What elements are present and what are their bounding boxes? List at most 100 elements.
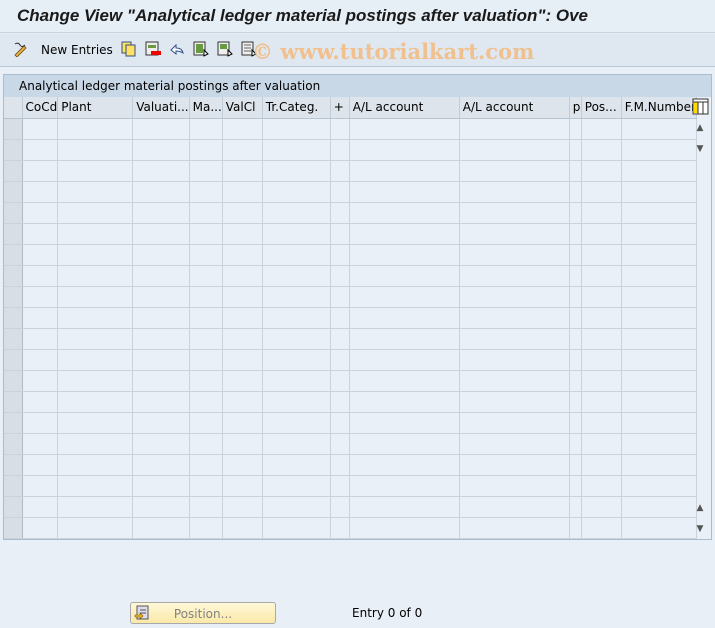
row-selector[interactable] (4, 370, 23, 392)
table-cell[interactable] (189, 454, 223, 476)
table-cell[interactable] (459, 160, 570, 182)
column-header[interactable]: CoCd (22, 97, 59, 119)
column-header[interactable]: A/L account (459, 97, 570, 119)
table-cell[interactable] (569, 475, 582, 497)
table-cell[interactable] (459, 181, 570, 203)
table-cell[interactable] (189, 307, 223, 329)
row-selector[interactable] (4, 307, 23, 329)
table-cell[interactable] (459, 391, 570, 413)
column-header[interactable]: ValCl (222, 97, 263, 119)
table-cell[interactable] (189, 118, 223, 140)
table-cell[interactable] (22, 496, 59, 518)
table-cell[interactable] (581, 307, 622, 329)
table-cell[interactable] (222, 391, 263, 413)
table-cell[interactable] (189, 475, 223, 497)
row-selector[interactable] (4, 475, 23, 497)
table-cell[interactable] (569, 370, 582, 392)
table-cell[interactable] (262, 328, 331, 350)
table-cell[interactable] (189, 286, 223, 308)
table-cell[interactable] (132, 412, 190, 434)
scroll-up-icon[interactable]: ▲ (691, 119, 709, 137)
table-cell[interactable] (57, 244, 134, 266)
table-cell[interactable] (57, 412, 134, 434)
table-cell[interactable] (581, 433, 622, 455)
table-cell[interactable] (222, 286, 263, 308)
table-cell[interactable] (621, 412, 697, 434)
table-cell[interactable] (22, 181, 59, 203)
table-cell[interactable] (132, 181, 190, 203)
table-cell[interactable] (57, 223, 134, 245)
table-cell[interactable] (581, 496, 622, 518)
table-cell[interactable] (330, 139, 350, 161)
table-cell[interactable] (349, 517, 460, 539)
table-cell[interactable] (349, 391, 460, 413)
table-cell[interactable] (330, 160, 350, 182)
table-cell[interactable] (330, 181, 350, 203)
table-cell[interactable] (581, 517, 622, 539)
table-cell[interactable] (57, 349, 134, 371)
table-cell[interactable] (621, 349, 697, 371)
row-selector[interactable] (4, 118, 23, 140)
table-cell[interactable] (349, 202, 460, 224)
table-cell[interactable] (459, 349, 570, 371)
table-cell[interactable] (222, 328, 263, 350)
table-cell[interactable] (569, 181, 582, 203)
table-cell[interactable] (621, 433, 697, 455)
table-cell[interactable] (459, 244, 570, 266)
table-cell[interactable] (262, 202, 331, 224)
table-cell[interactable] (459, 118, 570, 140)
row-selector[interactable] (4, 244, 23, 266)
table-cell[interactable] (459, 433, 570, 455)
table-cell[interactable] (22, 139, 59, 161)
table-cell[interactable] (22, 454, 59, 476)
table-cell[interactable] (189, 370, 223, 392)
copy-icon[interactable] (121, 41, 137, 57)
table-cell[interactable] (262, 160, 331, 182)
table-cell[interactable] (459, 475, 570, 497)
column-header[interactable]: Tr.Categ. (262, 97, 331, 119)
table-cell[interactable] (262, 349, 331, 371)
table-cell[interactable] (330, 286, 350, 308)
table-cell[interactable] (621, 454, 697, 476)
table-cell[interactable] (132, 454, 190, 476)
table-cell[interactable] (581, 454, 622, 476)
column-header[interactable]: Pos... (581, 97, 622, 119)
table-cell[interactable] (621, 391, 697, 413)
table-cell[interactable] (22, 517, 59, 539)
table-cell[interactable] (459, 139, 570, 161)
table-cell[interactable] (22, 349, 59, 371)
table-cell[interactable] (222, 454, 263, 476)
new-entries-button[interactable]: New Entries (41, 41, 113, 59)
row-selector[interactable] (4, 181, 23, 203)
table-cell[interactable] (262, 118, 331, 140)
table-cell[interactable] (132, 244, 190, 266)
table-cell[interactable] (22, 286, 59, 308)
table-cell[interactable] (621, 517, 697, 539)
row-selector[interactable] (4, 286, 23, 308)
row-selector[interactable] (4, 139, 23, 161)
table-cell[interactable] (330, 265, 350, 287)
table-cell[interactable] (330, 391, 350, 413)
table-cell[interactable] (262, 454, 331, 476)
table-cell[interactable] (222, 475, 263, 497)
table-cell[interactable] (330, 475, 350, 497)
row-selector[interactable] (4, 202, 23, 224)
table-cell[interactable] (330, 370, 350, 392)
table-cell[interactable] (222, 412, 263, 434)
table-cell[interactable] (189, 244, 223, 266)
table-cell[interactable] (22, 160, 59, 182)
table-cell[interactable] (621, 475, 697, 497)
table-cell[interactable] (22, 223, 59, 245)
table-cell[interactable] (330, 244, 350, 266)
table-cell[interactable] (581, 328, 622, 350)
column-header[interactable]: A/L account (349, 97, 460, 119)
table-cell[interactable] (189, 139, 223, 161)
table-cell[interactable] (581, 181, 622, 203)
select-block-icon[interactable] (217, 41, 233, 57)
table-cell[interactable] (132, 517, 190, 539)
table-cell[interactable] (132, 349, 190, 371)
row-selector[interactable] (4, 433, 23, 455)
scroll-page-up-icon[interactable]: ▲ (691, 499, 709, 517)
table-cell[interactable] (57, 496, 134, 518)
table-cell[interactable] (621, 370, 697, 392)
